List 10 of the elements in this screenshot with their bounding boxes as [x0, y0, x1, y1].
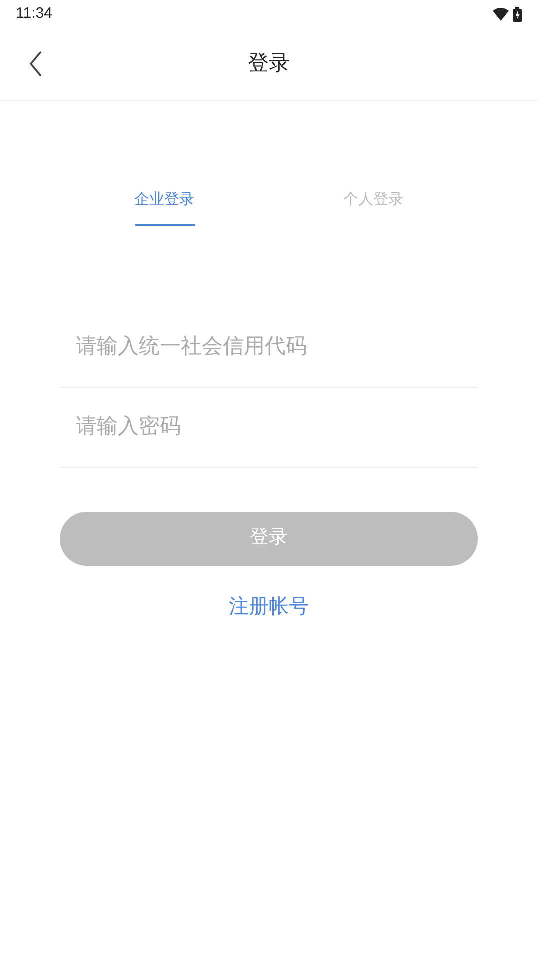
wifi-icon [493, 8, 509, 20]
login-tab[interactable]: 个人登录 [344, 189, 404, 226]
login-tab[interactable]: 企业登录 [134, 189, 194, 226]
battery-icon [513, 6, 522, 22]
register-link[interactable]: 注册帐号 [229, 592, 309, 622]
status-time: 11:34 [16, 4, 52, 24]
page-title: 登录 [248, 51, 290, 78]
input-field[interactable]: 请输入统一社会信用代码 [60, 308, 478, 388]
chevron-left-icon [29, 51, 43, 77]
input-field[interactable]: 请输入密码 [60, 388, 478, 468]
